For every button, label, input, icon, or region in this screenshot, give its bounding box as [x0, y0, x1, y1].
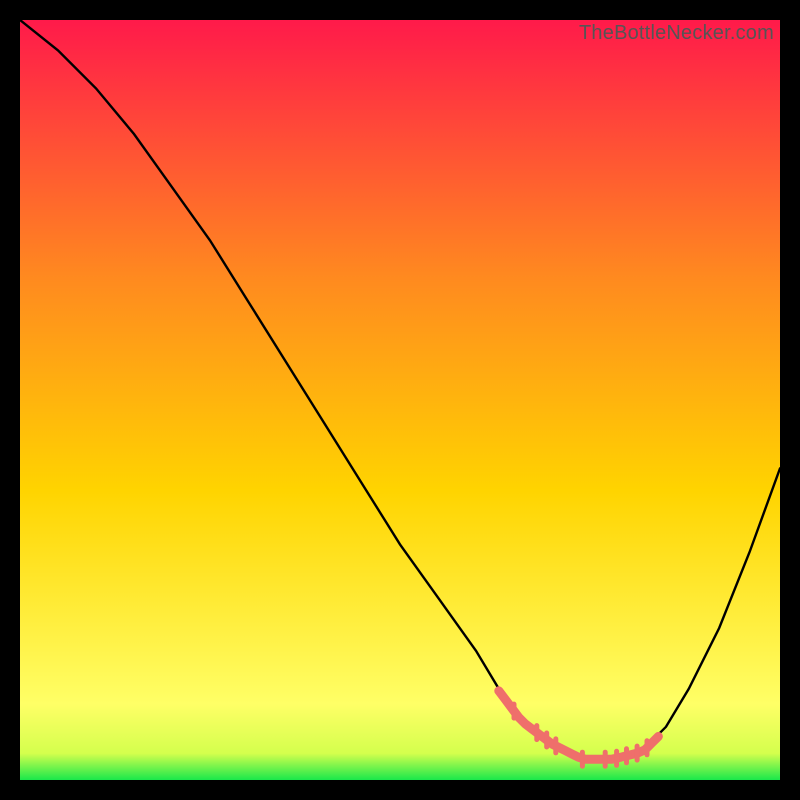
watermark-text: TheBottleNecker.com [579, 22, 774, 45]
bottleneck-chart [20, 20, 780, 780]
chart-frame: TheBottleNecker.com [20, 20, 780, 780]
